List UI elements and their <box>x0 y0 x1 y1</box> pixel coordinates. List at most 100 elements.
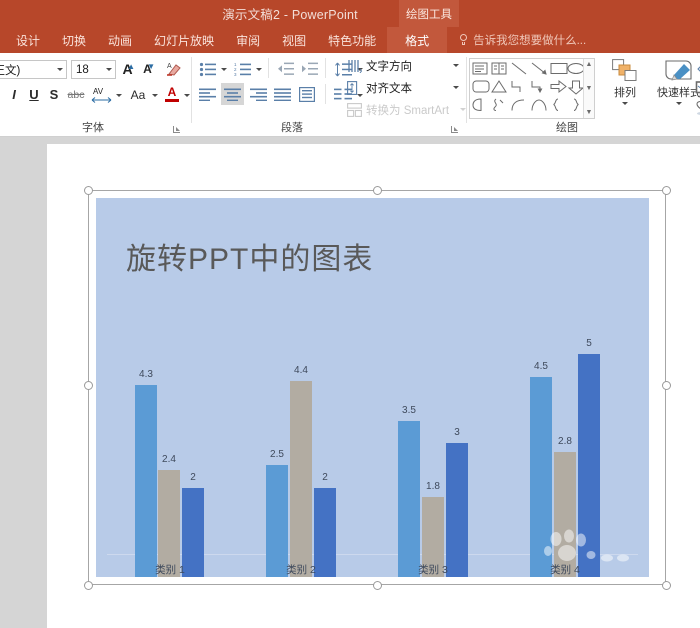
chart-object[interactable]: 旋转PPT中的图表 4.3 2.4 2 类别 1 2.5 4.4 2 类别 2 … <box>96 198 649 577</box>
bar-c3-s3[interactable]: 3 <box>446 427 468 577</box>
grow-font-button[interactable]: A ▲ <box>118 59 137 79</box>
font-color-button[interactable]: A <box>163 83 181 105</box>
text-shadow-label: S <box>49 87 59 102</box>
font-dialog-launcher[interactable] <box>173 125 182 134</box>
numbering-button[interactable]: 1 2 3 <box>232 59 253 79</box>
bar-label-c1-s3: 2 <box>190 472 196 483</box>
contextual-tab-group-label: 绘图工具 <box>399 0 459 27</box>
columns-icon <box>298 86 315 102</box>
bar-c1-s1[interactable]: 4.3 <box>135 369 157 577</box>
quick-styles-icon <box>665 60 692 81</box>
resize-handle-bottom-left[interactable] <box>83 580 93 590</box>
character-spacing-chevron-icon[interactable] <box>116 94 122 97</box>
ribbon-divider <box>268 58 269 78</box>
font-size-combo[interactable]: 18 <box>71 60 116 79</box>
resize-handle-bottom-center[interactable] <box>372 580 382 590</box>
gallery-scroll-down-icon[interactable]: ▼ <box>586 83 593 94</box>
bar-label-c2-s2: 4.4 <box>294 365 308 376</box>
font-name-value: 线 (正文) <box>0 64 21 77</box>
clear-formatting-icon: A <box>166 63 181 76</box>
tab-design[interactable]: 设计 <box>5 27 51 53</box>
bar-c2-s2[interactable]: 4.4 <box>290 365 312 577</box>
shapes-gallery-scrollbar[interactable]: ▲ ▼ ▼ <box>583 59 594 118</box>
arrange-icon <box>612 59 637 81</box>
shrink-font-button[interactable]: A ▼ <box>138 59 157 79</box>
chevron-down-icon <box>106 67 112 71</box>
bar-label-c4-s1: 4.5 <box>534 361 548 372</box>
arrange-button[interactable]: 排列 <box>603 59 647 105</box>
gallery-more-icon[interactable]: ▼ <box>586 107 593 118</box>
change-case-chevron-icon[interactable] <box>152 94 158 97</box>
shape-effects-icon <box>696 101 700 115</box>
font-size-value: 18 <box>76 63 89 76</box>
bar-c4-s3[interactable]: 5 <box>578 338 600 577</box>
text-shadow-button[interactable]: S <box>45 85 63 104</box>
align-text-button[interactable]: 对齐文本 <box>347 79 459 97</box>
decrease-indent-icon <box>277 62 294 75</box>
resize-handle-top-right[interactable] <box>661 185 671 195</box>
italic-button[interactable]: I <box>5 85 23 104</box>
shapes-gallery[interactable]: ▲ ▼ ▼ <box>469 58 595 119</box>
tab-animations[interactable]: 动画 <box>97 27 143 53</box>
resize-handle-top-left[interactable] <box>83 185 93 195</box>
bar-c4-s1[interactable]: 4.5 <box>530 361 552 577</box>
bar-c2-s1[interactable]: 2.5 <box>266 449 288 577</box>
grow-font-arrow-icon: ▲ <box>127 62 135 71</box>
align-center-button[interactable] <box>221 83 244 105</box>
ribbon-group-font: 线 (正文) 18 A ▲ A ▼ A I U <box>0 53 190 137</box>
strikethrough-button[interactable]: abc <box>65 86 87 104</box>
arrange-label: 排列 <box>614 87 636 99</box>
tab-view[interactable]: 视图 <box>271 27 317 53</box>
tab-transitions[interactable]: 切换 <box>51 27 97 53</box>
bar-c3-s1[interactable]: 3.5 <box>398 405 420 577</box>
increase-indent-button[interactable] <box>299 59 320 79</box>
font-color-chevron-icon[interactable] <box>184 94 190 97</box>
chart-plot-area: 4.3 2.4 2 类别 1 2.5 4.4 2 类别 2 3.5 1.8 3 … <box>96 198 649 577</box>
tab-review[interactable]: 审阅 <box>225 27 271 53</box>
font-color-swatch <box>165 99 179 102</box>
ribbon-divider <box>325 58 326 78</box>
shrink-font-arrow-icon: ▼ <box>147 62 155 71</box>
resize-handle-middle-left[interactable] <box>83 380 93 390</box>
bullets-button[interactable] <box>197 59 218 79</box>
resize-handle-bottom-right[interactable] <box>661 580 671 590</box>
tell-me-search[interactable]: 告诉我您想要做什么... <box>447 27 586 53</box>
shapes-gallery-icons <box>472 62 583 112</box>
resize-handle-middle-right[interactable] <box>661 380 671 390</box>
ribbon-divider <box>325 84 326 104</box>
bar-label-c2-s3: 2 <box>322 472 328 483</box>
bar-label-c2-s1: 2.5 <box>270 449 284 460</box>
smartart-icon <box>347 103 362 117</box>
resize-handle-top-center[interactable] <box>372 185 382 195</box>
paragraph-dialog-launcher[interactable] <box>451 125 460 134</box>
bullets-chevron-icon[interactable] <box>221 68 227 71</box>
shape-effects-button[interactable] <box>693 99 700 117</box>
tab-format[interactable]: 格式 <box>387 27 448 53</box>
svg-text:AV: AV <box>93 87 104 96</box>
shape-fill-button[interactable] <box>693 59 700 77</box>
gallery-scroll-up-icon[interactable]: ▲ <box>586 59 593 70</box>
bar-c1-s2[interactable]: 2.4 <box>158 454 180 577</box>
align-right-button[interactable] <box>248 85 269 104</box>
align-text-icon <box>347 81 358 95</box>
bar-label-c4-s2: 2.8 <box>558 436 572 447</box>
clear-formatting-button[interactable]: A <box>163 59 183 79</box>
decrease-indent-button[interactable] <box>275 59 296 79</box>
align-left-button[interactable] <box>197 85 218 104</box>
tab-special-features[interactable]: 特色功能 <box>317 27 387 53</box>
change-case-button[interactable]: Aa <box>127 85 149 104</box>
justify-button[interactable] <box>272 85 293 104</box>
category-label-1: 类别 1 <box>155 564 185 576</box>
bar-c4-s2[interactable]: 2.8 <box>554 436 576 577</box>
font-name-combo[interactable]: 线 (正文) <box>0 60 67 79</box>
text-direction-button[interactable]: 文字方向 <box>347 57 459 75</box>
align-text-chevron-icon <box>453 86 459 89</box>
underline-button[interactable]: U <box>25 85 43 104</box>
tab-slideshow[interactable]: 幻灯片放映 <box>143 27 225 53</box>
ribbon-tab-strip: 设计 切换 动画 幻灯片放映 审阅 视图 特色功能 格式 告诉我您想要做什么..… <box>0 27 700 53</box>
distributed-button[interactable] <box>296 84 317 104</box>
numbering-chevron-icon[interactable] <box>256 68 262 71</box>
character-spacing-button[interactable]: AV <box>89 84 113 104</box>
bar-label-c1-s2: 2.4 <box>162 454 176 465</box>
shape-outline-button[interactable] <box>693 79 700 97</box>
